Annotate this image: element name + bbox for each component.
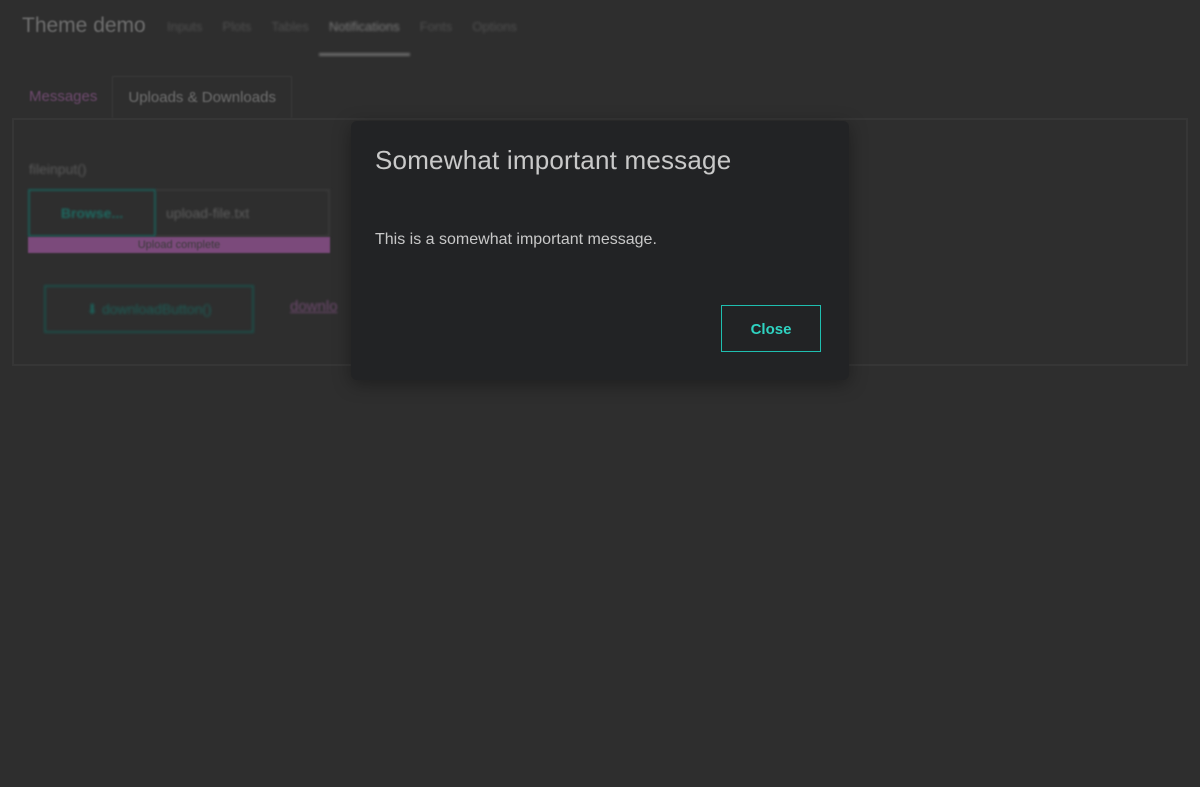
close-button[interactable]: Close <box>721 305 821 352</box>
app-background: Theme demo Inputs Plots Tables Notificat… <box>0 0 1200 787</box>
modal-title: Somewhat important message <box>375 145 732 175</box>
modal-body: This is a somewhat important message. <box>375 231 657 248</box>
modal-backdrop[interactable] <box>0 0 1200 787</box>
modal-dialog: Somewhat important message This is a som… <box>351 121 849 380</box>
